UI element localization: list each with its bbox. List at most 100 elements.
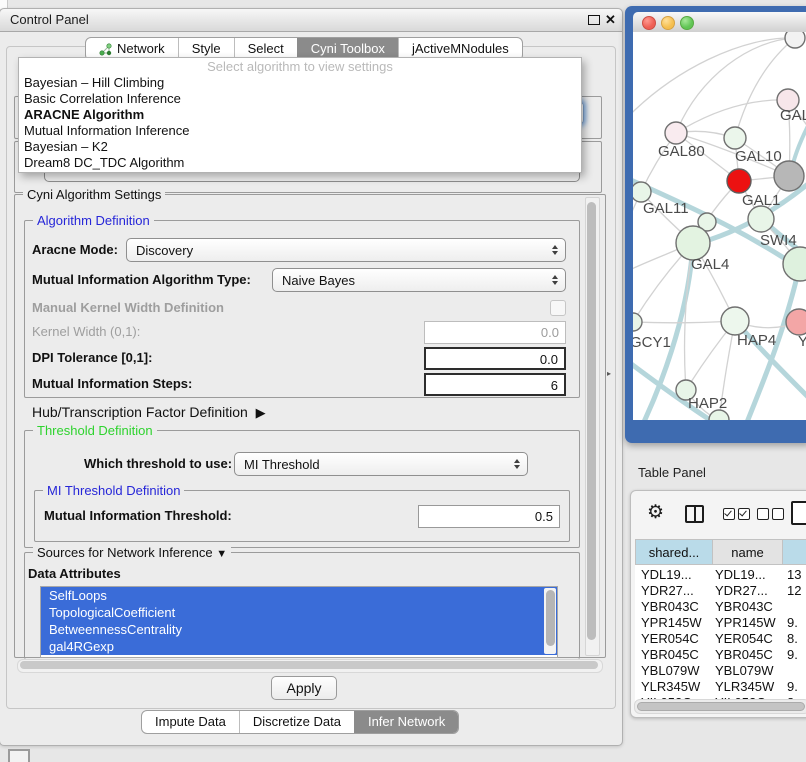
node-label: GCY1 — [633, 334, 671, 351]
mi-type-value: Naive Bayes — [282, 273, 355, 288]
node-gal80[interactable] — [665, 122, 687, 144]
table-row[interactable]: YDR27... YDR27... 12 — [635, 583, 806, 599]
scrollbar-thumb[interactable] — [587, 202, 596, 640]
table-row[interactable]: YBL079W YBL079W — [635, 663, 806, 679]
split-columns-icon[interactable] — [685, 505, 704, 523]
column-header-name[interactable]: name — [712, 539, 783, 565]
aracne-mode-value: Discovery — [136, 243, 193, 258]
node-red[interactable] — [727, 169, 751, 193]
node-swi4[interactable] — [783, 247, 806, 281]
node-gal1[interactable] — [748, 206, 774, 232]
table-row[interactable]: YER054C YER054C 8. — [635, 631, 806, 647]
node-label: GAL11 — [643, 200, 689, 217]
collapse-down-icon[interactable]: ▼ — [216, 548, 227, 560]
node-salmon[interactable] — [786, 309, 806, 335]
mi-threshold-group-title: MI Threshold Definition — [43, 483, 184, 498]
mi-threshold-label: Mutual Information Threshold: — [44, 504, 232, 528]
control-panel-title: Control Panel — [10, 9, 89, 31]
network-canvas[interactable]: GAL80 GAL10 GAL1 GAL11 GAL4 SWI4 GCY1 HA… — [633, 32, 806, 420]
spinner-arrows-icon — [514, 459, 520, 469]
dropdown-item[interactable]: Bayesian – Hill Climbing — [19, 75, 581, 91]
table-row[interactable]: YLR345W YLR345W 9. — [635, 679, 806, 695]
dropdown-item[interactable]: Basic Correlation Inference — [19, 91, 581, 107]
float-window-icon[interactable] — [588, 15, 600, 25]
node-gal10[interactable] — [774, 161, 804, 191]
spinner-arrows-icon — [552, 245, 558, 255]
node-label: GAL80 — [658, 143, 705, 160]
floating-panel-stub — [8, 749, 30, 762]
list-item-selected[interactable]: gal4RGexp — [41, 638, 557, 655]
settings-group-title: Cyni Algorithm Settings — [23, 187, 165, 202]
node-label: GAL — [780, 107, 806, 124]
dropdown-item[interactable]: Dream8 DC_TDC Algorithm — [19, 155, 581, 171]
zoom-traffic-light[interactable] — [680, 16, 694, 30]
list-vertical-scrollbar[interactable] — [544, 588, 556, 654]
tab-discretize-data[interactable]: Discretize Data — [239, 711, 354, 733]
control-panel-titlebar[interactable]: Control Panel ✕ — [0, 9, 622, 32]
column-header-shared[interactable]: shared... — [635, 539, 713, 565]
which-threshold-label: Which threshold to use: — [84, 452, 232, 476]
list-item-selected[interactable]: SelfLoops — [41, 587, 557, 604]
table-row[interactable]: YPR145W YPR145W 9. — [635, 615, 806, 631]
mi-type-label: Mutual Information Algorithm Type: — [32, 268, 251, 292]
node-label: HAP2 — [688, 395, 727, 412]
aracne-mode-combo[interactable]: Discovery — [126, 238, 566, 262]
dpi-tolerance-field[interactable]: 0.0 — [424, 347, 566, 370]
dropdown-item-selected[interactable]: ARACNE Algorithm — [19, 107, 581, 123]
deselect-all-checkboxes-icon[interactable] — [757, 508, 784, 520]
scrollbar-thumb[interactable] — [546, 590, 555, 646]
node[interactable] — [785, 32, 805, 48]
node-gal11[interactable] — [633, 182, 651, 202]
node-gal4[interactable] — [676, 226, 710, 260]
network-graph: GAL80 GAL10 GAL1 GAL11 GAL4 SWI4 GCY1 HA… — [633, 32, 806, 420]
threshold-definition-title: Threshold Definition — [33, 423, 157, 438]
manual-kernel-checkbox[interactable] — [550, 300, 566, 316]
dropdown-item[interactable]: Mutual Information Inference — [19, 123, 581, 139]
table-row[interactable]: YBR043C YBR043C — [635, 599, 806, 615]
gear-icon[interactable]: ⚙ — [647, 503, 664, 523]
algorithm-dropdown-popup: Select algorithm to view settings Bayesi… — [18, 57, 582, 173]
node-gcy1[interactable] — [633, 313, 642, 331]
column-header-partial[interactable] — [782, 539, 806, 565]
apply-button[interactable]: Apply — [271, 676, 337, 700]
data-attributes-list[interactable]: SelfLoops TopologicalCoefficient Between… — [40, 586, 558, 658]
unchecked-box-icon — [772, 508, 784, 520]
tab-infer-network[interactable]: Infer Network — [354, 711, 458, 733]
list-item-selected[interactable]: BetweennessCentrality — [41, 621, 557, 638]
minimize-traffic-light[interactable] — [661, 16, 675, 30]
node[interactable] — [724, 127, 746, 149]
kernel-width-field[interactable]: 0.0 — [424, 321, 566, 344]
sash-arrow-icon[interactable]: ▸ — [607, 369, 611, 378]
table-row[interactable]: YBR045C YBR045C 9. — [635, 647, 806, 663]
network-window-titlebar[interactable] — [633, 12, 806, 33]
close-icon[interactable]: ✕ — [605, 11, 616, 29]
table-row[interactable]: YDL19... YDL19... 13 — [635, 567, 806, 583]
settings-vertical-scrollbar[interactable] — [585, 197, 600, 656]
select-all-checkboxes-icon[interactable] — [723, 508, 750, 520]
new-table-icon[interactable] — [791, 501, 806, 525]
mi-threshold-field[interactable]: 0.5 — [418, 505, 560, 528]
spinner-arrows-icon — [552, 275, 558, 285]
expand-right-icon[interactable]: ▶ — [256, 405, 266, 420]
scrollbar-thumb[interactable] — [637, 702, 805, 711]
table-horizontal-scrollbar[interactable] — [634, 699, 806, 714]
list-item-selected[interactable]: TopologicalCoefficient — [41, 604, 557, 621]
close-traffic-light[interactable] — [642, 16, 656, 30]
dropdown-item[interactable]: Bayesian – K2 — [19, 139, 581, 155]
mi-type-combo[interactable]: Naive Bayes — [272, 268, 566, 292]
tab-impute-data[interactable]: Impute Data — [142, 711, 239, 733]
node-label: SWI4 — [760, 232, 797, 249]
data-attributes-label: Data Attributes — [28, 562, 121, 586]
node-hap4[interactable] — [721, 307, 749, 335]
scrollbar-thumb[interactable] — [20, 661, 598, 669]
which-threshold-value: MI Threshold — [244, 457, 320, 472]
mi-steps-label: Mutual Information Steps: — [32, 372, 192, 396]
hub-definition-toggle[interactable]: Hub/Transcription Factor Definition ▶ — [32, 400, 266, 425]
mi-steps-field[interactable]: 6 — [424, 373, 566, 396]
aracne-mode-label: Aracne Mode: — [32, 238, 118, 262]
checked-box-icon — [738, 508, 750, 520]
checked-box-icon — [723, 508, 735, 520]
which-threshold-combo[interactable]: MI Threshold — [234, 452, 528, 476]
settings-horizontal-scrollbar[interactable] — [17, 659, 603, 673]
kernel-width-label: Kernel Width (0,1): — [32, 320, 140, 344]
